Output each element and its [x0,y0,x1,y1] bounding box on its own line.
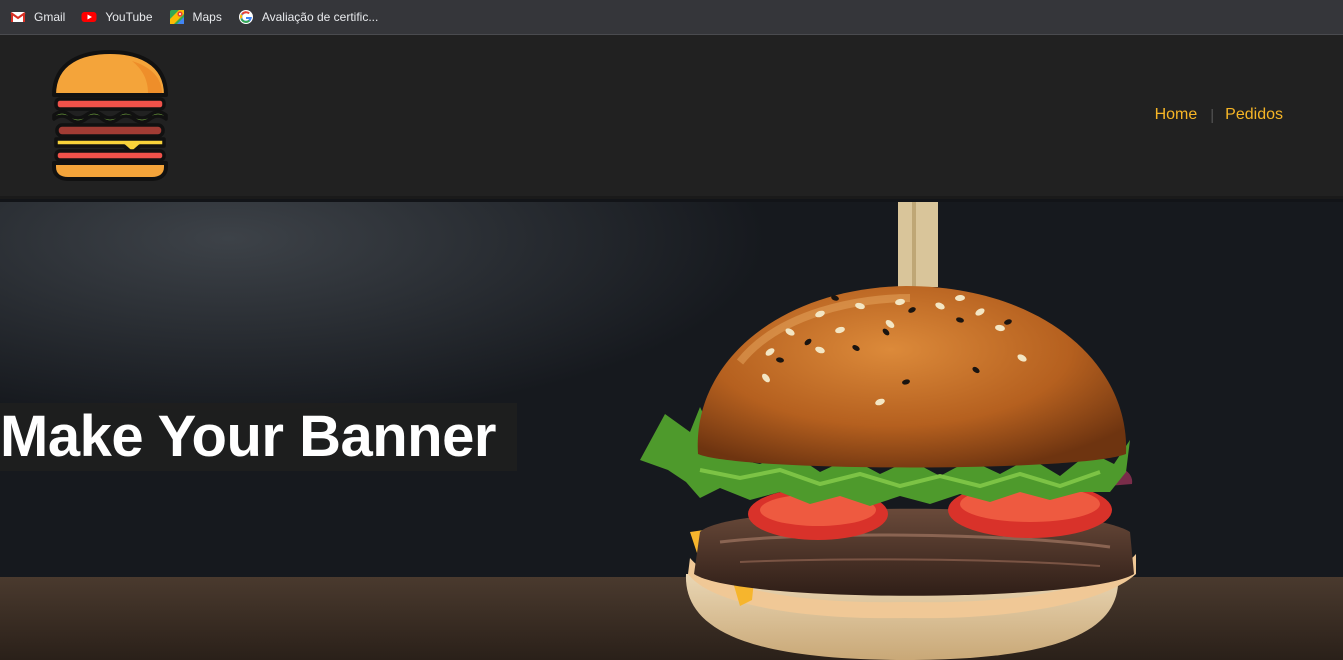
main-nav: Home | Pedidos [1155,106,1283,124]
banner-title: Make Your Banner [0,403,517,471]
nav-orders-link[interactable]: Pedidos [1225,106,1283,124]
nav-home-link[interactable]: Home [1155,106,1198,124]
site-header: Home | Pedidos [0,35,1343,199]
maps-icon [169,9,185,25]
bookmark-youtube[interactable]: YouTube [81,3,158,31]
bookmark-label: Gmail [34,10,66,24]
bookmark-google[interactable]: Avaliação de certific... [238,3,385,31]
bookmark-maps[interactable]: Maps [169,3,228,31]
bookmark-label: Maps [192,10,222,24]
hero-banner: Make Your Banner [0,202,1343,660]
bookmarks-bar: Gmail YouTube Maps Avaliação de certific… [0,0,1343,35]
burger-logo-icon[interactable] [48,49,172,181]
bookmark-label: Avaliação de certific... [261,10,379,24]
bookmark-gmail[interactable]: Gmail [10,3,71,31]
gmail-icon [10,9,26,25]
google-icon [238,9,254,25]
youtube-icon [81,9,97,25]
bookmark-label: YouTube [105,10,153,24]
nav-separator: | [1210,106,1215,124]
